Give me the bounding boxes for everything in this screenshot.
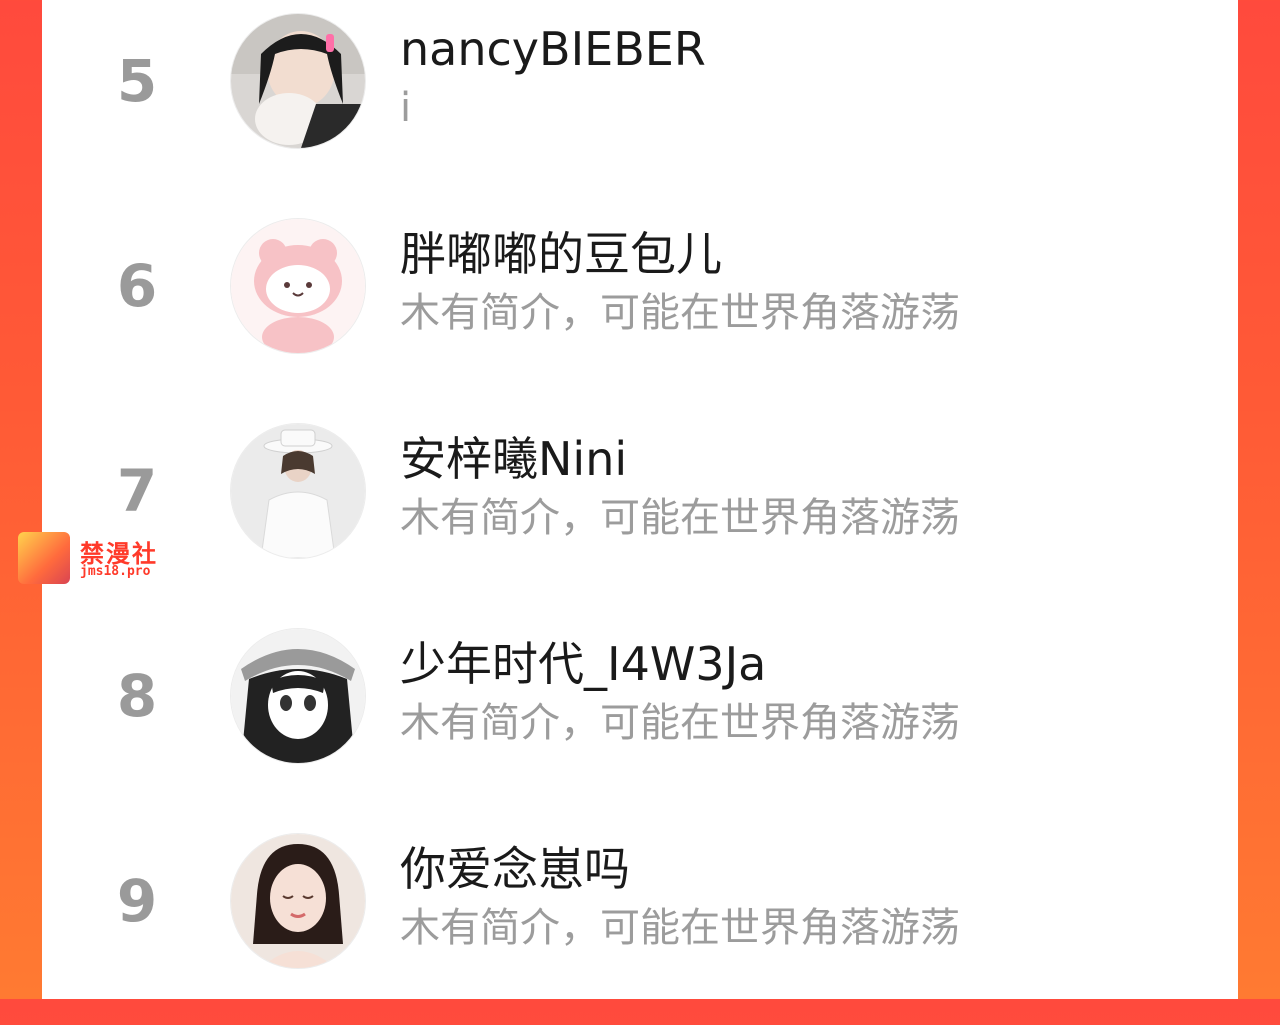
rank-number: 7	[116, 457, 158, 525]
avatar-photo-girl-icon	[231, 834, 365, 968]
ranking-list: 5 nancyBIEBER i 6 胖嘟嘟的豆包儿 木有简介，可能在世界角落游荡…	[42, 0, 1238, 999]
rank-number: 8	[116, 662, 158, 730]
list-item[interactable]: 5 nancyBIEBER i	[42, 0, 1238, 205]
avatar[interactable]	[230, 13, 366, 149]
rank-number: 6	[116, 252, 158, 320]
user-name: nancyBIEBER	[400, 22, 706, 76]
user-bio: 木有简介，可能在世界角落游荡	[400, 905, 960, 951]
avatar[interactable]	[230, 628, 366, 764]
user-bio: 木有简介，可能在世界角落游荡	[400, 495, 960, 541]
rank-number: 9	[116, 867, 158, 935]
avatar-photo-white-hat-icon	[231, 424, 365, 558]
avatar[interactable]	[230, 833, 366, 969]
avatar-photo-girl-cat-icon	[231, 14, 365, 148]
watermark-logo-icon	[18, 532, 70, 584]
user-name: 少年时代_I4W3Ja	[400, 637, 767, 691]
user-bio: 木有简介，可能在世界角落游荡	[400, 700, 960, 746]
user-bio: 木有简介，可能在世界角落游荡	[400, 290, 960, 336]
avatar[interactable]	[230, 423, 366, 559]
watermark-url: jms18.pro	[80, 564, 151, 579]
rank-number: 5	[116, 47, 158, 115]
list-item[interactable]: 6 胖嘟嘟的豆包儿 木有简介，可能在世界角落游荡	[42, 205, 1238, 410]
user-name: 你爱念崽吗	[400, 842, 630, 896]
avatar-anime-girl-icon	[231, 629, 365, 763]
user-name: 胖嘟嘟的豆包儿	[400, 227, 722, 281]
avatar-pink-bear-icon	[231, 219, 365, 353]
watermark: 禁漫社 jms18.pro	[18, 532, 168, 584]
user-bio: i	[400, 85, 412, 131]
list-item[interactable]: 9 你爱念崽吗 木有简介，可能在世界角落游荡	[42, 820, 1238, 1025]
list-item[interactable]: 7 安梓曦Nini 木有简介，可能在世界角落游荡	[42, 410, 1238, 615]
list-item[interactable]: 8 少年时代_I4W3Ja 木有简介，可能在世界角落游荡	[42, 615, 1238, 820]
avatar[interactable]	[230, 218, 366, 354]
user-name: 安梓曦Nini	[400, 432, 628, 486]
